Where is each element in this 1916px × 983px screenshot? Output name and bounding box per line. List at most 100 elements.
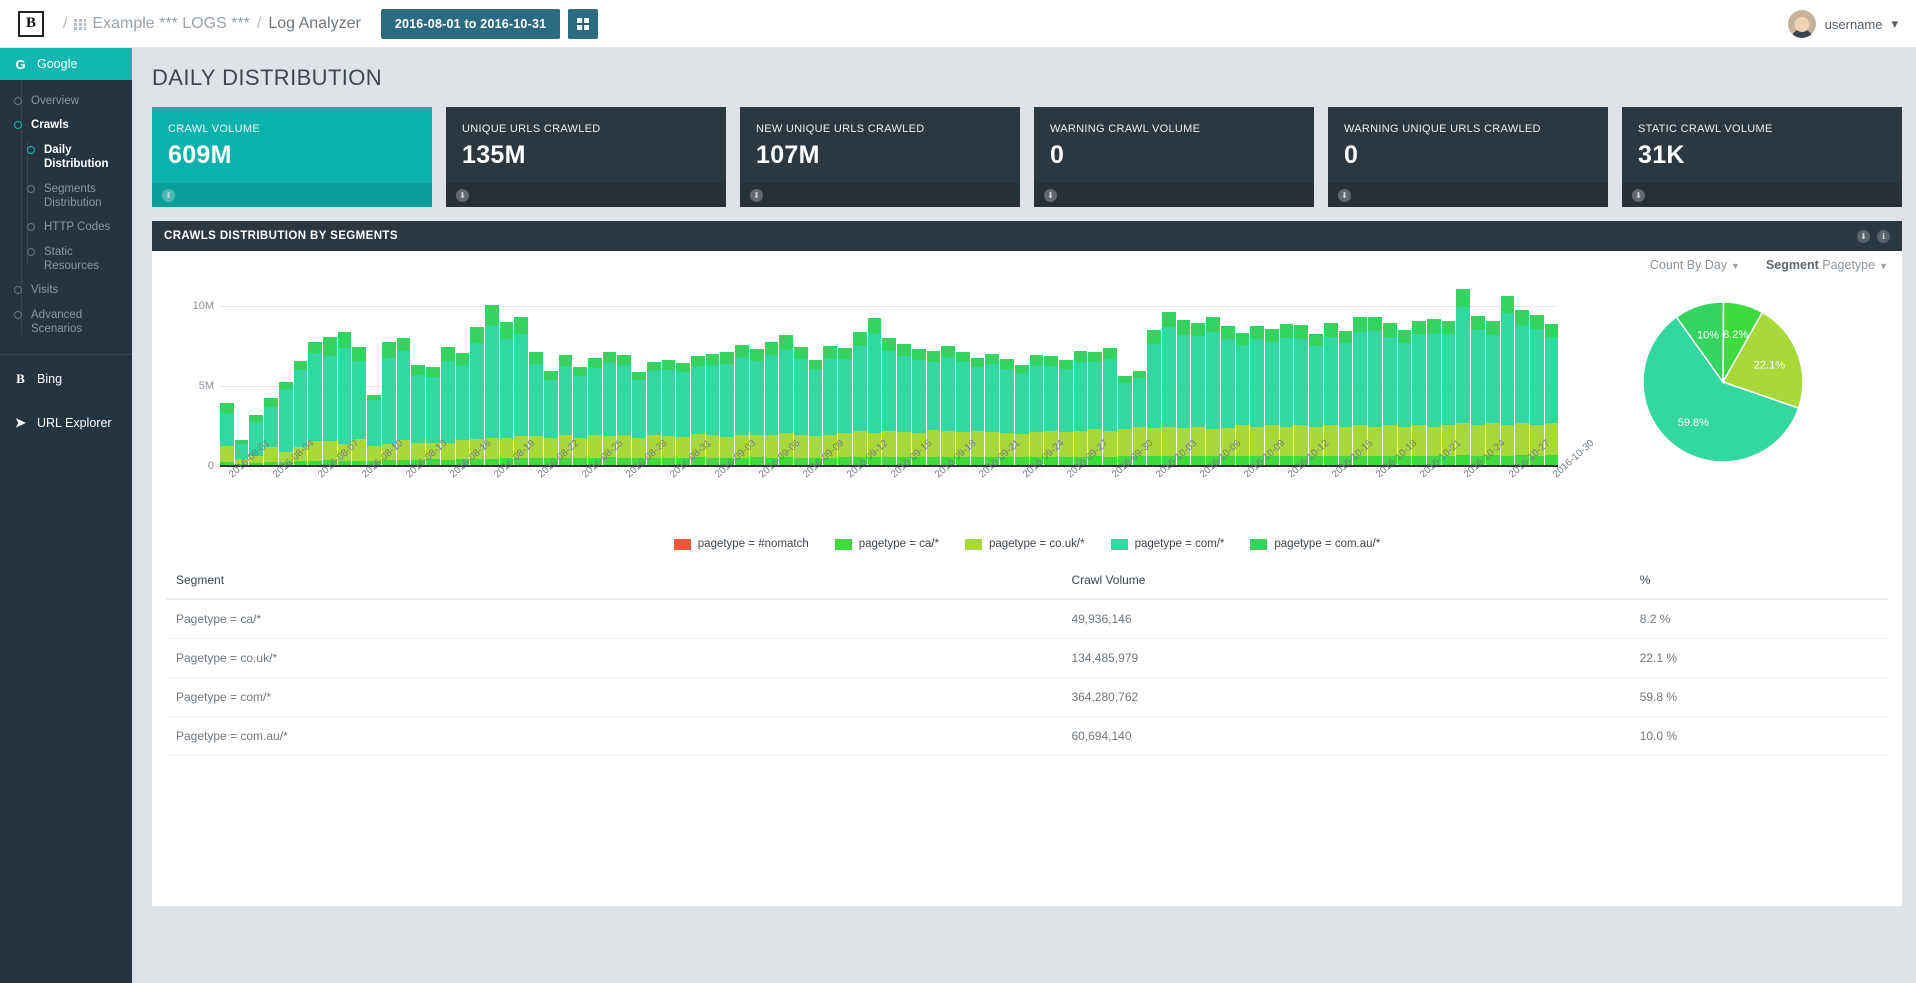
bar-segment (456, 353, 470, 365)
dashboard-grid-button[interactable] (568, 9, 598, 39)
stacked-bar-chart[interactable]: 05M10M 2016-08-012016-08-042016-08-07201… (166, 280, 1558, 528)
kpi-card[interactable]: WARNING UNIQUE URLS CRAWLED0⬇ (1328, 107, 1608, 207)
download-icon[interactable]: ⬇ (1044, 189, 1057, 202)
sidebar-engine-bing[interactable]: B Bing (0, 363, 132, 395)
y-axis-tick-label: 10M (174, 300, 214, 312)
download-icon[interactable]: ⬇ (456, 189, 469, 202)
bar-segment (397, 351, 411, 440)
kpi-card[interactable]: NEW UNIQUE URLS CRAWLED107M⬇ (740, 107, 1020, 207)
bar[interactable] (1471, 316, 1485, 466)
bar[interactable] (809, 360, 823, 466)
bar[interactable] (264, 398, 278, 466)
bar[interactable] (765, 342, 779, 466)
legend-item[interactable]: pagetype = com/* (1111, 538, 1225, 550)
bar-segment (1206, 332, 1220, 429)
sidebar-item-daily-distribution[interactable]: Daily Distribution (22, 138, 132, 177)
download-icon[interactable]: ⬇ (162, 189, 175, 202)
bar[interactable] (1162, 312, 1176, 466)
user-menu[interactable]: username ▾ (1788, 0, 1898, 48)
download-icon[interactable]: ⬇ (1857, 230, 1870, 243)
sidebar-engine-url-explorer[interactable]: ➤ URL Explorer (0, 407, 132, 439)
grid-icon (577, 17, 590, 30)
legend-item[interactable]: pagetype = co.uk/* (965, 538, 1085, 550)
bar-segment (1427, 319, 1441, 333)
bar[interactable] (720, 352, 734, 466)
kpi-card[interactable]: UNIQUE URLS CRAWLED135M⬇ (446, 107, 726, 207)
bar[interactable] (456, 353, 470, 466)
sidebar-item-segments-distribution[interactable]: Segments Distribution (22, 177, 132, 216)
table-row[interactable]: Pagetype = com.au/*60,694,14010.0 % (166, 717, 1888, 756)
bar[interactable] (1515, 310, 1529, 466)
count-by-dropdown[interactable]: Count By Day▼ (1650, 258, 1740, 272)
kpi-value: 609M (168, 141, 416, 170)
bar-segment (647, 362, 661, 372)
kpi-label: STATIC CRAWL VOLUME (1638, 123, 1886, 135)
bar[interactable] (1206, 317, 1220, 466)
sidebar-item-overview[interactable]: Overview (0, 89, 132, 113)
info-icon[interactable]: ℹ (1877, 230, 1890, 243)
bar[interactable] (985, 354, 999, 466)
legend-item[interactable]: pagetype = ca/* (835, 538, 939, 550)
bar[interactable] (1427, 319, 1441, 466)
bar-segment (882, 338, 896, 351)
bar[interactable] (544, 371, 558, 466)
bar-segment (308, 353, 322, 440)
bar[interactable] (632, 372, 646, 466)
segment-dropdown[interactable]: Segment Pagetype▼ (1766, 258, 1888, 272)
column-header-segment[interactable]: Segment (166, 564, 1061, 599)
bar-segment (1427, 333, 1441, 427)
sidebar-engine-google[interactable]: G Google (0, 48, 132, 80)
pie-chart[interactable]: 8.2%22.1%59.8%10% (1558, 280, 1888, 528)
sidebar-item-http-codes[interactable]: HTTP Codes (22, 215, 132, 239)
bar[interactable] (941, 346, 955, 466)
bar-segment (1103, 359, 1117, 431)
y-axis-tick-label: 5M (174, 380, 214, 392)
bar[interactable] (1250, 326, 1264, 466)
bar[interactable] (588, 358, 602, 466)
kpi-card[interactable]: CRAWL VOLUME609M⬇ (152, 107, 432, 207)
kpi-card[interactable]: STATIC CRAWL VOLUME31K⬇ (1622, 107, 1902, 207)
bar[interactable] (1074, 351, 1088, 466)
bar[interactable] (1383, 323, 1397, 466)
column-header-percent[interactable]: % (1630, 564, 1888, 599)
bar-segment (720, 364, 734, 438)
segments-table: Segment Crawl Volume % Pagetype = ca/*49… (166, 564, 1888, 756)
bar[interactable] (220, 403, 234, 466)
bar[interactable] (411, 365, 425, 466)
bar[interactable] (323, 337, 337, 466)
table-row[interactable]: Pagetype = com/*364,280,76259.8 % (166, 678, 1888, 717)
download-icon[interactable]: ⬇ (1338, 189, 1351, 202)
bar[interactable] (676, 363, 690, 467)
breadcrumb-project[interactable]: Example *** LOGS *** (92, 15, 249, 33)
legend-item[interactable]: pagetype = #nomatch (674, 538, 809, 550)
bar[interactable] (853, 332, 867, 466)
bar-segment (441, 347, 455, 361)
bar[interactable] (897, 344, 911, 466)
bar-segment (338, 332, 352, 349)
bar-segment (588, 368, 602, 435)
bar[interactable] (1030, 355, 1044, 466)
bar[interactable] (500, 322, 514, 466)
app-logo[interactable]: B (18, 11, 44, 37)
date-range-button[interactable]: 2016-08-01 to 2016-10-31 (381, 9, 560, 39)
column-header-crawl-volume[interactable]: Crawl Volume (1061, 564, 1629, 599)
bar-segment (1368, 317, 1382, 331)
bar-segment (544, 371, 558, 380)
breadcrumb-page[interactable]: Log Analyzer (268, 15, 361, 33)
bar[interactable] (1339, 331, 1353, 467)
sidebar-item-crawls[interactable]: Crawls (0, 113, 132, 137)
table-row[interactable]: Pagetype = ca/*49,936,1468.2 % (166, 599, 1888, 639)
bar-segment (1044, 366, 1058, 432)
sidebar-item-advanced-scenarios[interactable]: Advanced Scenarios (0, 303, 132, 342)
table-row[interactable]: Pagetype = co.uk/*134,485,97922.1 % (166, 639, 1888, 678)
download-icon[interactable]: ⬇ (750, 189, 763, 202)
sidebar-item-static-resources[interactable]: Static Resources (22, 240, 132, 279)
kpi-card[interactable]: WARNING CRAWL VOLUME0⬇ (1034, 107, 1314, 207)
bar-segment (838, 359, 852, 433)
legend-swatch (965, 539, 982, 550)
download-icon[interactable]: ⬇ (1632, 189, 1645, 202)
bar-segment (294, 361, 308, 370)
legend-item[interactable]: pagetype = com.au/* (1250, 538, 1380, 550)
bar[interactable] (1294, 325, 1308, 466)
sidebar-item-visits[interactable]: Visits (0, 278, 132, 302)
